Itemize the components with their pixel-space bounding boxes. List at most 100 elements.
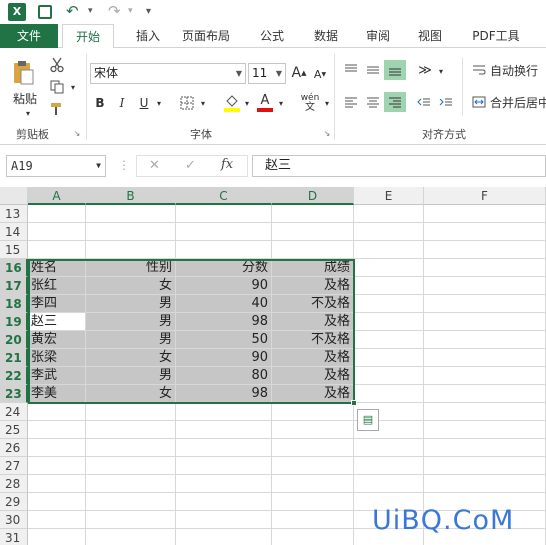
grid-cell[interactable] [354, 295, 424, 313]
grid-cell[interactable]: 98 [176, 313, 272, 331]
grid-cell[interactable] [272, 421, 354, 439]
row-header[interactable]: 20 [0, 331, 28, 349]
grid-cell[interactable] [424, 295, 546, 313]
format-painter-icon[interactable] [48, 100, 66, 118]
grid-cell[interactable] [424, 439, 546, 457]
tab-formulas[interactable]: 公式 [252, 24, 292, 48]
row-header[interactable]: 24 [0, 403, 28, 421]
formula-input[interactable]: 赵三 [252, 155, 546, 177]
grid-cell[interactable]: 李四 [28, 295, 86, 313]
borders-icon[interactable] [178, 94, 196, 112]
grid-cell[interactable] [176, 439, 272, 457]
redo-icon[interactable]: ↷ [108, 2, 121, 20]
top-align-icon[interactable] [340, 60, 362, 80]
row-header[interactable]: 28 [0, 475, 28, 493]
grid-cell[interactable]: 及格 [272, 385, 354, 403]
align-left-icon[interactable] [340, 92, 362, 112]
grid-cell[interactable]: 98 [176, 385, 272, 403]
grid-cell[interactable] [424, 241, 546, 259]
grid-cell[interactable] [176, 421, 272, 439]
grid-cell[interactable]: 女 [86, 349, 176, 367]
grid-cell[interactable] [86, 421, 176, 439]
formula-bar-splitter[interactable]: ⋮ [118, 158, 130, 172]
grid-cell[interactable] [28, 403, 86, 421]
wrap-text-button[interactable]: 自动换行 [490, 62, 546, 78]
grid-cell[interactable]: 50 [176, 331, 272, 349]
grid-cell[interactable] [424, 457, 546, 475]
tab-review[interactable]: 审阅 [358, 24, 398, 48]
grid-cell[interactable] [28, 223, 86, 241]
row-header[interactable]: 16 [0, 259, 28, 277]
font-name-select[interactable]: 宋体 ▼ [90, 63, 246, 84]
paste-button[interactable]: 粘贴 [10, 90, 40, 106]
font-color-dropdown-icon[interactable]: ▾ [276, 96, 286, 110]
fill-handle[interactable] [351, 400, 357, 406]
grid-cell[interactable] [272, 223, 354, 241]
row-header[interactable]: 22 [0, 367, 28, 385]
grow-font-button[interactable]: A ▲ [291, 64, 307, 82]
wrap-text-icon[interactable] [470, 62, 488, 78]
quick-analysis-icon[interactable]: ▤ [357, 409, 379, 431]
italic-button[interactable]: I [114, 94, 130, 112]
grid-cell[interactable] [272, 439, 354, 457]
shrink-font-button[interactable]: A ▼ [312, 66, 328, 82]
tab-home[interactable]: 开始 [62, 24, 114, 49]
tab-page-layout[interactable]: 页面布局 [178, 24, 234, 48]
column-header-f[interactable]: F [424, 187, 546, 205]
tab-data[interactable]: 数据 [306, 24, 346, 48]
grid-cell[interactable] [354, 277, 424, 295]
fill-color-icon[interactable] [222, 92, 242, 114]
grid-cell[interactable] [86, 403, 176, 421]
column-header-d[interactable]: D [272, 187, 354, 205]
grid-cell[interactable]: 黄宏 [28, 331, 86, 349]
grid-cell[interactable]: 90 [176, 277, 272, 295]
grid-cell[interactable]: 不及格 [272, 295, 354, 313]
row-header[interactable]: 13 [0, 205, 28, 223]
grid-cell[interactable] [424, 205, 546, 223]
decrease-indent-icon[interactable] [414, 92, 434, 112]
tab-view[interactable]: 视图 [410, 24, 450, 48]
grid-cell[interactable] [86, 205, 176, 223]
row-header[interactable]: 30 [0, 511, 28, 529]
grid-cell[interactable] [176, 403, 272, 421]
grid-cell[interactable] [86, 241, 176, 259]
undo-dropdown-icon[interactable]: ▾ [88, 6, 93, 16]
tab-pdf-tools[interactable]: PDF工具 [466, 24, 526, 48]
row-header[interactable]: 27 [0, 457, 28, 475]
row-header[interactable]: 19 [0, 313, 28, 331]
row-header[interactable]: 17 [0, 277, 28, 295]
row-header[interactable]: 25 [0, 421, 28, 439]
grid-cell[interactable]: 及格 [272, 349, 354, 367]
active-cell[interactable]: 赵三 [28, 313, 86, 331]
grid-cell[interactable]: 40 [176, 295, 272, 313]
enter-icon[interactable]: ✓ [185, 158, 196, 173]
align-right-icon[interactable] [384, 92, 406, 112]
grid-cell[interactable] [28, 475, 86, 493]
grid-cell[interactable] [424, 223, 546, 241]
grid-cell[interactable] [354, 457, 424, 475]
grid-cell[interactable] [28, 205, 86, 223]
underline-button[interactable]: U [136, 94, 152, 112]
grid-cell[interactable] [424, 475, 546, 493]
grid-cell[interactable] [354, 349, 424, 367]
save-icon[interactable] [38, 5, 52, 19]
grid-cell[interactable] [272, 529, 354, 545]
grid-cell[interactable] [424, 349, 546, 367]
align-center-icon[interactable] [362, 92, 384, 112]
grid-cell[interactable] [354, 241, 424, 259]
grid-cell[interactable]: 男 [86, 295, 176, 313]
orientation-dropdown-icon[interactable]: ▾ [436, 64, 446, 78]
grid-cell[interactable]: 男 [86, 331, 176, 349]
row-header[interactable]: 29 [0, 493, 28, 511]
grid-cell[interactable] [176, 475, 272, 493]
grid-cell[interactable] [424, 313, 546, 331]
grid-cell[interactable] [272, 241, 354, 259]
grid-cell[interactable] [354, 367, 424, 385]
copy-icon[interactable] [48, 78, 66, 96]
grid-cell[interactable] [86, 529, 176, 545]
grid-cell[interactable]: 成绩 [272, 259, 354, 277]
merge-center-icon[interactable] [470, 94, 488, 110]
grid-cell[interactable] [424, 259, 546, 277]
grid-cell[interactable] [28, 493, 86, 511]
font-launcher-icon[interactable]: ↘ [322, 128, 332, 138]
